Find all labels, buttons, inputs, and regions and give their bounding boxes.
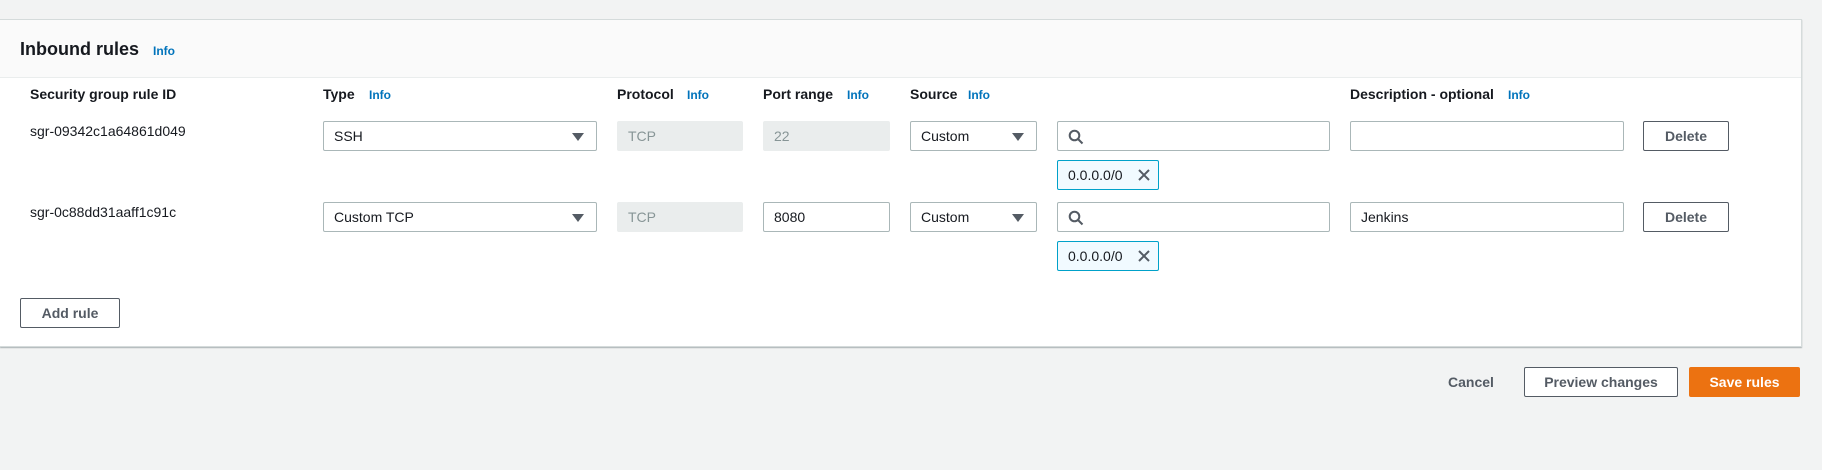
add-rule-button[interactable]: Add rule [20, 298, 120, 328]
cidr-token-label: 0.0.0.0/0 [1068, 167, 1123, 183]
source-info-link[interactable]: Info [968, 88, 990, 102]
caret-down-icon [1012, 133, 1024, 141]
port-range-input[interactable]: 8080 [763, 202, 890, 232]
description-input[interactable]: Jenkins [1350, 202, 1624, 232]
rule-id: sgr-0c88dd31aaff1c91c [30, 204, 177, 220]
column-header-type: Type [323, 86, 355, 102]
search-icon [1068, 129, 1084, 145]
protocol-value: TCP [628, 209, 656, 225]
panel-header: Inbound rules Info [0, 20, 1801, 78]
inbound-rules-panel: Inbound rules Info Security group rule I… [0, 19, 1802, 347]
caret-down-icon [572, 133, 584, 141]
panel-title: Inbound rules [20, 39, 139, 59]
port-value: 22 [774, 128, 790, 144]
description-info-link[interactable]: Info [1508, 88, 1530, 102]
caret-down-icon [1012, 214, 1024, 222]
port-range-info-link[interactable]: Info [847, 88, 869, 102]
column-header-protocol: Protocol [617, 86, 674, 102]
port-value: 8080 [774, 209, 806, 225]
type-select[interactable]: SSH [323, 121, 597, 151]
close-icon[interactable] [1136, 248, 1152, 264]
delete-button[interactable]: Delete [1643, 202, 1729, 232]
delete-button[interactable]: Delete [1643, 121, 1729, 151]
cancel-button[interactable]: Cancel [1448, 374, 1494, 390]
caret-down-icon [572, 214, 584, 222]
cidr-token: 0.0.0.0/0 [1057, 241, 1159, 271]
rule-id: sgr-09342c1a64861d049 [30, 123, 186, 139]
protocol-field: TCP [617, 202, 743, 232]
type-value: SSH [334, 128, 363, 144]
type-info-link[interactable]: Info [369, 88, 391, 102]
description-input[interactable] [1350, 121, 1624, 151]
close-icon[interactable] [1136, 167, 1152, 183]
search-icon [1068, 210, 1084, 226]
column-header-source: Source [910, 86, 958, 102]
column-header-port-range: Port range [763, 86, 834, 102]
source-value: Custom [921, 209, 970, 225]
protocol-field: TCP [617, 121, 743, 151]
column-header-description: Description - optional [1350, 86, 1494, 102]
cidr-search-input[interactable] [1057, 121, 1330, 151]
cidr-token: 0.0.0.0/0 [1057, 160, 1159, 190]
port-range-field: 22 [763, 121, 890, 151]
cidr-search-input[interactable] [1057, 202, 1330, 232]
column-header-rule-id: Security group rule ID [30, 86, 177, 102]
save-rules-button[interactable]: Save rules [1689, 367, 1800, 397]
description-value: Jenkins [1361, 209, 1409, 225]
info-link[interactable]: Info [153, 44, 175, 58]
preview-changes-button[interactable]: Preview changes [1524, 367, 1678, 397]
type-value: Custom TCP [334, 209, 414, 225]
source-select[interactable]: Custom [910, 121, 1037, 151]
source-value: Custom [921, 128, 970, 144]
type-select[interactable]: Custom TCP [323, 202, 597, 232]
protocol-value: TCP [628, 128, 656, 144]
source-select[interactable]: Custom [910, 202, 1037, 232]
protocol-info-link[interactable]: Info [687, 88, 709, 102]
cidr-token-label: 0.0.0.0/0 [1068, 248, 1123, 264]
